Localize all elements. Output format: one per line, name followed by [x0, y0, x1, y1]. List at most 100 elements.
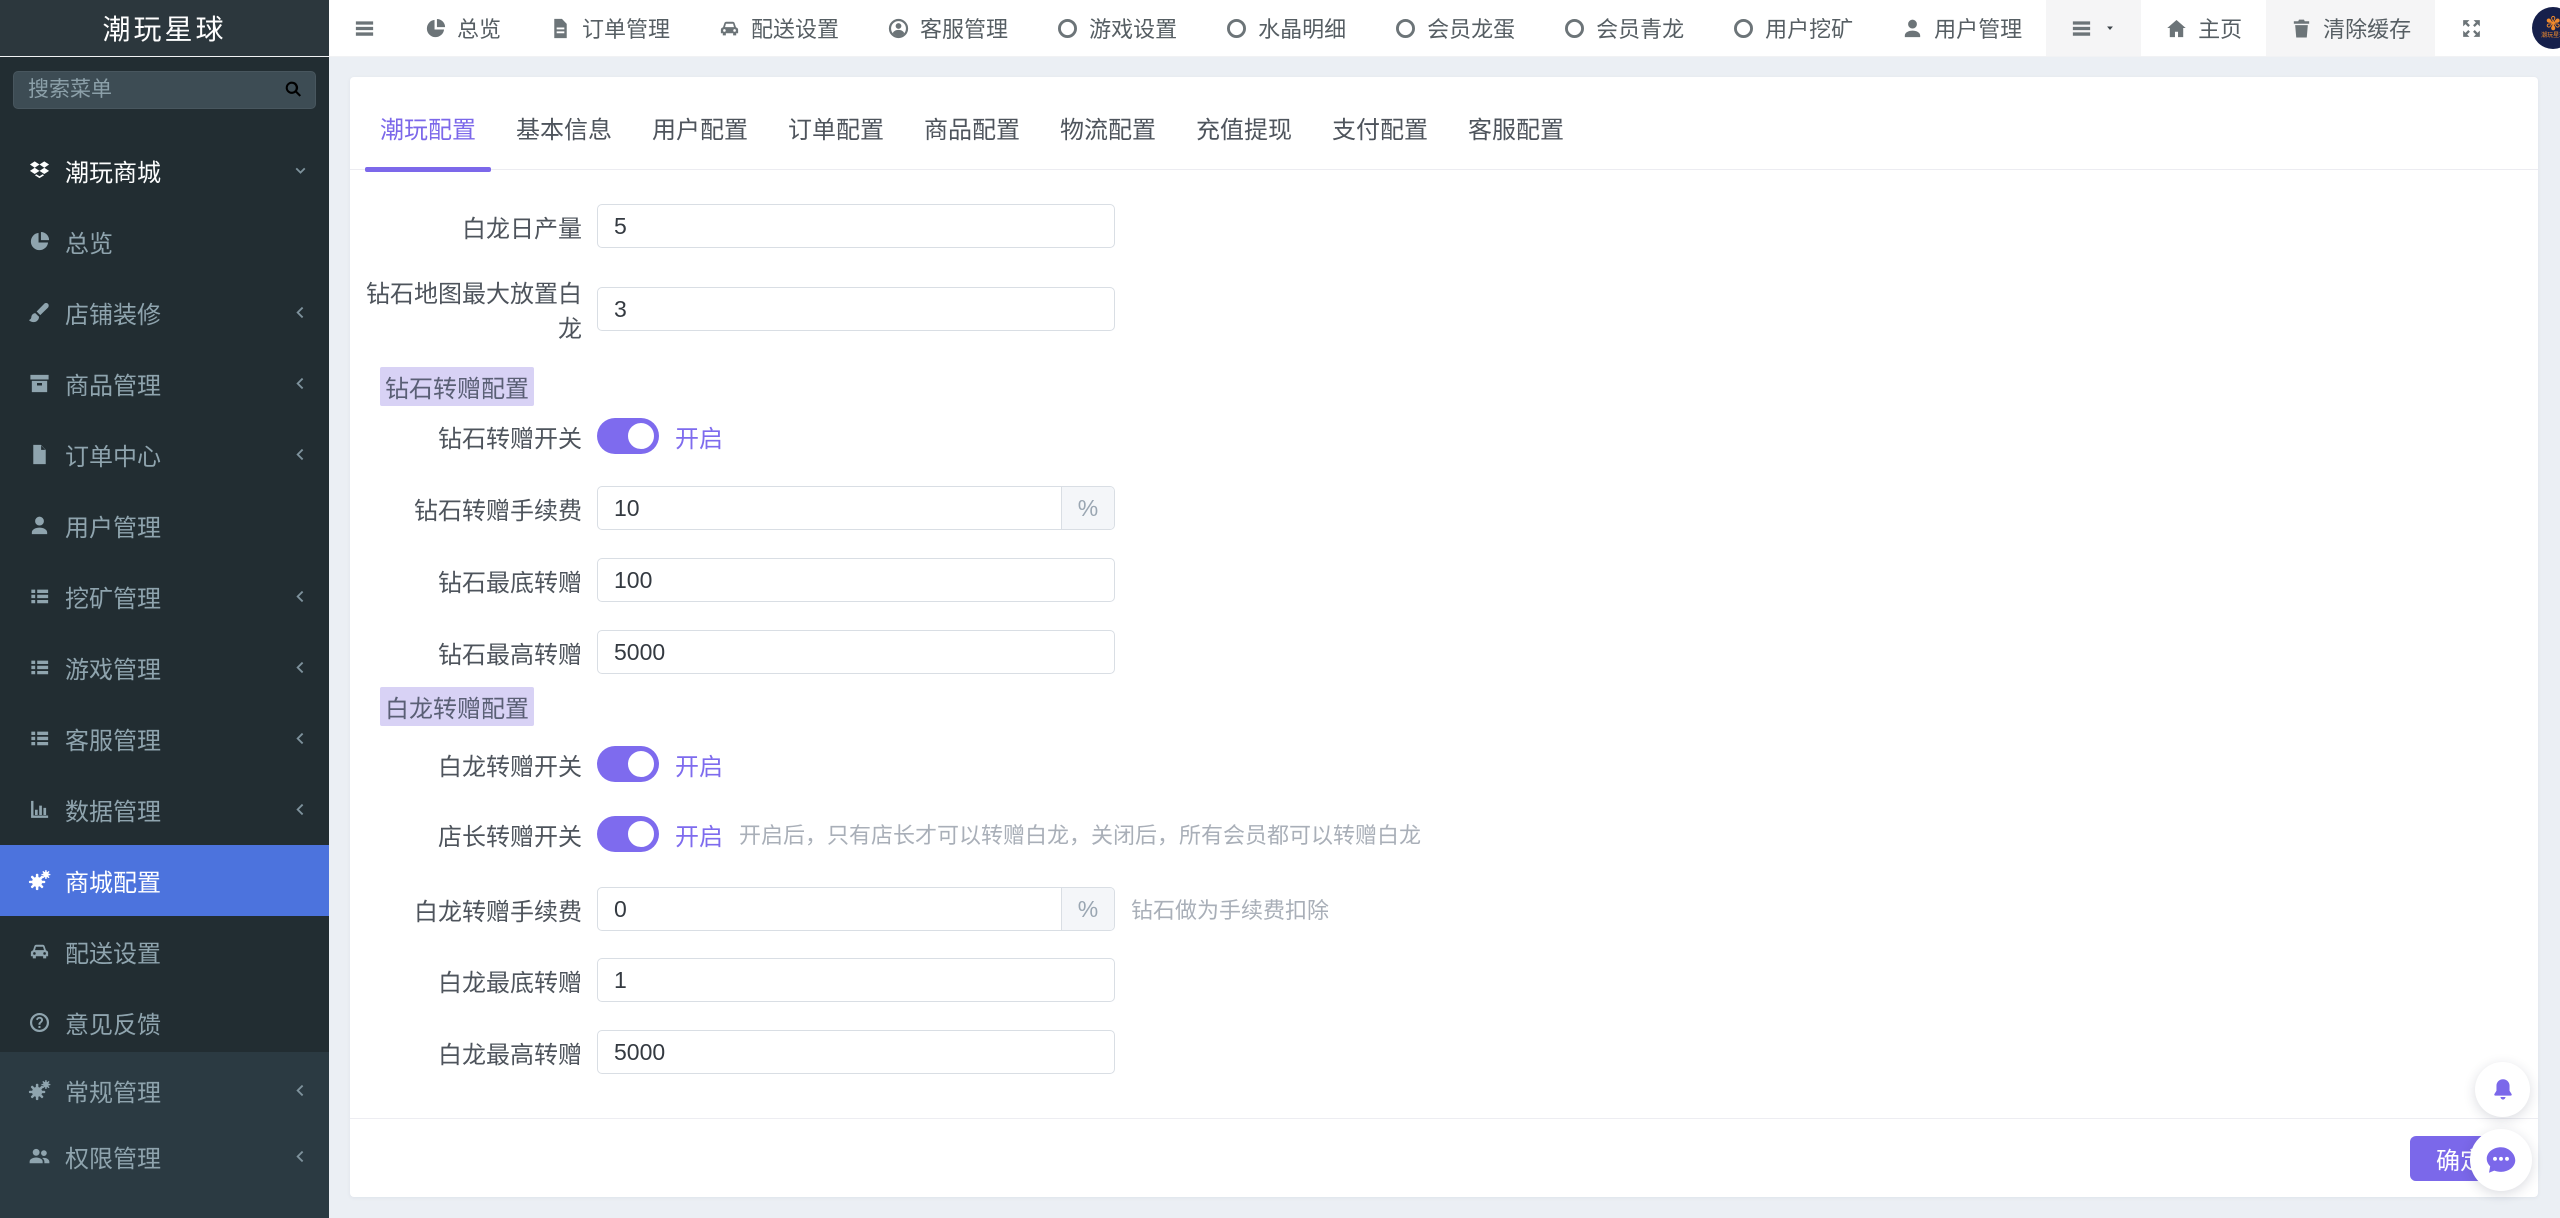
- sidebar-item-label: 用户管理: [65, 508, 161, 543]
- form-row-white-dragon-transfer-min: 白龙最底转赠: [350, 958, 2538, 1002]
- sidebar-menu-secondary: 常规管理权限管理: [0, 1052, 329, 1218]
- field-input-diamond-map-max-white-dragon[interactable]: [598, 288, 1114, 330]
- toggle-knob: [624, 747, 658, 781]
- nav-fullscreen[interactable]: [2435, 0, 2508, 56]
- input-wrap: [597, 558, 1115, 602]
- brand-logo[interactable]: 潮玩星球: [0, 0, 329, 56]
- chev-left-icon: [292, 375, 309, 392]
- field-input-white-dragon-daily-output[interactable]: [598, 205, 1114, 247]
- sidebar-item-order-center[interactable]: 订单中心: [0, 419, 329, 490]
- content-card: 潮玩配置基本信息用户配置订单配置商品配置物流配置充值提现支付配置客服配置 白龙日…: [350, 77, 2538, 1197]
- tab-order-config[interactable]: 订单配置: [768, 110, 904, 169]
- topnav-item-member-dragon-egg[interactable]: 会员龙蛋: [1370, 0, 1539, 56]
- field-label: 钻石最高转赠: [350, 635, 597, 670]
- tab-logistics-config[interactable]: 物流配置: [1040, 110, 1176, 169]
- field-input-white-dragon-transfer-min[interactable]: [598, 959, 1114, 1001]
- cogs-icon: [28, 1079, 51, 1102]
- sidebar-item-mall-config[interactable]: 商城配置: [0, 845, 329, 916]
- cogs-icon: [28, 869, 51, 892]
- nav-admin[interactable]: ✾ 潮玩星球 管理员: [2508, 0, 2560, 56]
- car-icon: [718, 17, 741, 40]
- notifications-fab[interactable]: [2475, 1062, 2530, 1117]
- sidebar-item-service-management[interactable]: 客服管理: [0, 703, 329, 774]
- sidebar-item-general-management[interactable]: 常规管理: [0, 1057, 329, 1123]
- nav-home[interactable]: 主页: [2141, 0, 2266, 56]
- topnav-item-customer-service[interactable]: 客服管理: [863, 0, 1032, 56]
- topnav-item-label: 游戏设置: [1089, 12, 1177, 44]
- field-label: 钻石转赠手续费: [350, 491, 597, 526]
- tab-basic-info[interactable]: 基本信息: [496, 110, 632, 169]
- topnav-item-label: 客服管理: [920, 12, 1008, 44]
- sidebar-item-feedback[interactable]: 意见反馈: [0, 987, 329, 1058]
- sidebar-item-user-management[interactable]: 用户管理: [0, 490, 329, 561]
- sidebar-item-overview[interactable]: 总览: [0, 206, 329, 277]
- sidebar-item-data-management[interactable]: 数据管理: [0, 774, 329, 845]
- toggle-state-label: 开启: [675, 747, 723, 782]
- sidebar-item-product-management[interactable]: 商品管理: [0, 348, 329, 419]
- topnav-item-label: 水晶明细: [1258, 12, 1346, 44]
- topnav-item-overview[interactable]: 总览: [400, 0, 525, 56]
- topnav-item-crystal-details[interactable]: 水晶明细: [1201, 0, 1370, 56]
- field-input-white-dragon-transfer-fee[interactable]: [598, 888, 1061, 930]
- user-icon: [1901, 17, 1924, 40]
- nav-clear-cache[interactable]: 清除缓存: [2266, 0, 2435, 56]
- chev-left-icon: [292, 304, 309, 321]
- toggle-diamond-transfer-switch[interactable]: [597, 418, 659, 454]
- section-header: 钻石转赠配置: [380, 367, 534, 406]
- topnav-item-delivery-settings[interactable]: 配送设置: [694, 0, 863, 56]
- form-row-white-dragon-transfer-switch: 白龙转赠开关开启: [350, 744, 2538, 784]
- sidebar-item-label: 店铺装修: [65, 295, 161, 330]
- tab-user-config[interactable]: 用户配置: [632, 110, 768, 169]
- chev-left-icon: [292, 588, 309, 605]
- tab-service-config[interactable]: 客服配置: [1448, 110, 1584, 169]
- tab-label: 物流配置: [1060, 117, 1156, 144]
- tab-recharge-withdraw[interactable]: 充值提现: [1176, 110, 1312, 169]
- sidebar-item-label: 总览: [65, 224, 113, 259]
- tab-product-config[interactable]: 商品配置: [904, 110, 1040, 169]
- sidebar-item-label: 数据管理: [65, 792, 161, 827]
- field-label: 钻石转赠开关: [350, 419, 597, 454]
- caret-down-icon: [2103, 21, 2117, 35]
- topnav-menu: 总览订单管理配送设置 客服管理 游戏设置 水晶明细会员龙蛋会员青龙 用户挖矿用户管理: [329, 0, 2046, 56]
- topnav-item-member-azure-dragon[interactable]: 会员青龙: [1539, 0, 1708, 56]
- topnav-item-order-management[interactable]: 订单管理: [525, 0, 694, 56]
- field-input-white-dragon-transfer-max[interactable]: [598, 1031, 1114, 1073]
- sidebar-item-permission-management[interactable]: 权限管理: [0, 1123, 329, 1189]
- field-input-diamond-transfer-fee[interactable]: [598, 487, 1061, 529]
- sidebar-item-delivery-settings[interactable]: 配送设置: [0, 916, 329, 987]
- topnav-item-game-settings[interactable]: 游戏设置: [1032, 0, 1201, 56]
- bell-icon: [2489, 1076, 2517, 1104]
- chart-icon: [28, 798, 51, 821]
- sidebar-item-mining-management[interactable]: 挖矿管理: [0, 561, 329, 632]
- search-input[interactable]: [13, 71, 316, 109]
- sidebar-item-trendtoy-mall[interactable]: 潮玩商城: [0, 135, 329, 206]
- nav-dropdown-button[interactable]: [2046, 0, 2141, 56]
- topnav-item-user-management[interactable]: 用户管理: [1877, 0, 2046, 56]
- topnav-item-menu-toggle[interactable]: [329, 0, 400, 56]
- field-input-diamond-transfer-min[interactable]: [598, 559, 1114, 601]
- topnav-item-user-mining[interactable]: 用户挖矿: [1708, 0, 1877, 56]
- sidebar-item-shop-decoration[interactable]: 店铺装修: [0, 277, 329, 348]
- sidebar-item-game-management[interactable]: 游戏管理: [0, 632, 329, 703]
- field-label: 钻石地图最大放置白龙: [350, 274, 597, 344]
- field-label: 白龙日产量: [350, 209, 597, 244]
- circle-icon: [1394, 17, 1417, 40]
- home-icon: [2165, 17, 2188, 40]
- field-input-diamond-transfer-max[interactable]: [598, 631, 1114, 673]
- card-footer: 确定: [350, 1118, 2538, 1197]
- chev-left-icon: [292, 659, 309, 676]
- users-icon: [28, 1145, 51, 1168]
- search-icon[interactable]: [283, 79, 304, 100]
- sidebar-item-label: 商城配置: [65, 863, 161, 898]
- form-row-white-dragon-transfer-fee: 白龙转赠手续费%钻石做为手续费扣除: [350, 887, 2538, 931]
- tab-payment-config[interactable]: 支付配置: [1312, 110, 1448, 169]
- tab-trendtoy-config[interactable]: 潮玩配置: [360, 110, 496, 169]
- input-wrap: [597, 958, 1115, 1002]
- topnav-item-label: 用户挖矿: [1765, 12, 1853, 44]
- user-circle-icon: [887, 17, 910, 40]
- toggle-white-dragon-transfer-switch[interactable]: [597, 746, 659, 782]
- field-label: 店长转赠开关: [350, 817, 597, 852]
- chev-down-icon: [292, 162, 309, 179]
- chat-fab[interactable]: [2470, 1129, 2532, 1191]
- toggle-shopkeeper-transfer-switch[interactable]: [597, 816, 659, 852]
